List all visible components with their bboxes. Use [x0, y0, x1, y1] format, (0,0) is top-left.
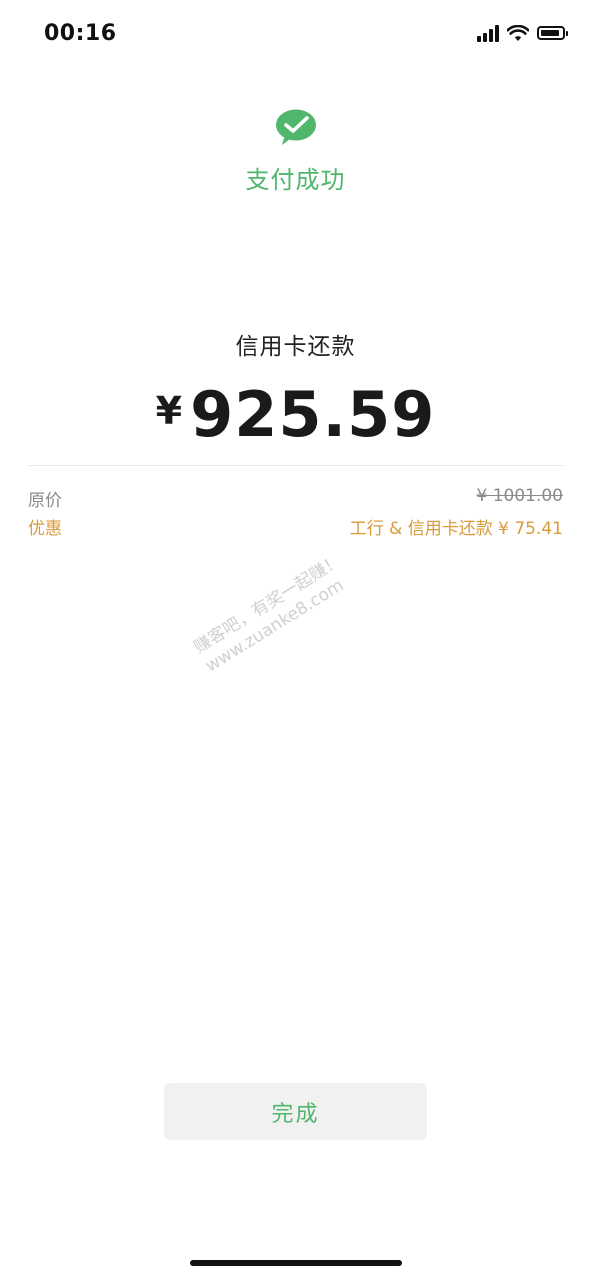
amount-row: ¥925.59 — [0, 378, 591, 451]
discount-row: 优惠 工行 & 信用卡还款 ¥ 75.41 — [28, 514, 563, 539]
status-time: 00:16 — [44, 21, 117, 46]
payment-amount: 925.59 — [190, 378, 436, 451]
original-price-label: 原价 — [28, 491, 62, 511]
payment-success-screen: 00:16 支付成功 信用卡还款 ¥925.59 原价 ¥ 1001.00 优惠… — [0, 0, 591, 1280]
wechat-pay-icon — [276, 109, 316, 145]
currency-symbol: ¥ — [155, 389, 183, 433]
original-price-value: ¥ 1001.00 — [476, 486, 563, 506]
status-bar: 00:16 — [0, 0, 591, 70]
status-icons — [477, 24, 568, 42]
success-title: 支付成功 — [245, 166, 346, 194]
done-button[interactable]: 完成 — [164, 1083, 427, 1140]
original-price-row: 原价 ¥ 1001.00 — [28, 486, 563, 511]
battery-icon — [537, 26, 568, 40]
home-indicator[interactable] — [190, 1260, 402, 1266]
discount-label: 优惠 — [28, 519, 62, 539]
wifi-icon — [507, 24, 529, 41]
divider — [28, 465, 563, 466]
cellular-signal-icon — [477, 24, 499, 42]
watermark: 赚客吧，有奖一起赚！ www.zuanke8.com — [190, 550, 357, 677]
payee-name: 信用卡还款 — [235, 334, 356, 360]
discount-value: 工行 & 信用卡还款 ¥ 75.41 — [349, 519, 563, 539]
